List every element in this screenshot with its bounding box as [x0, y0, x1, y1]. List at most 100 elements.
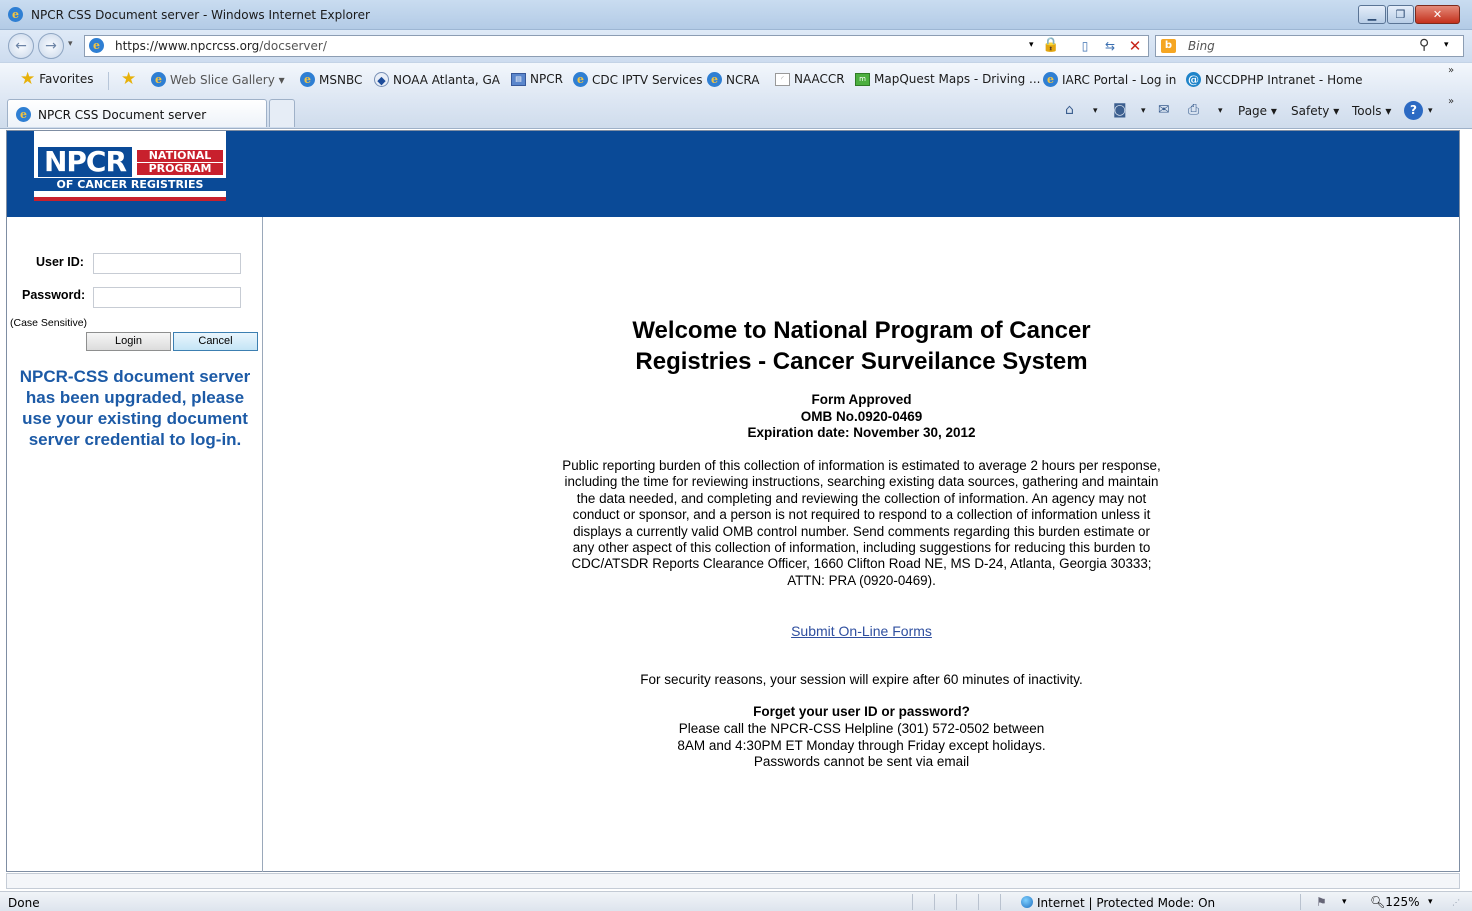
- back-button[interactable]: ←: [8, 33, 34, 59]
- ie-icon: e: [573, 72, 588, 87]
- fav-mapquest[interactable]: m MapQuest Maps - Driving ...: [855, 72, 1041, 86]
- address-dropdown-icon[interactable]: ▾: [1029, 40, 1034, 50]
- add-favorite-icon: ★: [121, 69, 137, 89]
- omb-number-text: OMB No.0920-0469: [800, 408, 923, 424]
- safety-menu[interactable]: Safety ▾: [1291, 104, 1339, 118]
- page-menu[interactable]: Page ▾: [1238, 104, 1277, 118]
- address-bar[interactable]: e https://www.npcrcss.org/docserver/ ▾ 🔒…: [84, 35, 1149, 57]
- search-input[interactable]: Bing: [1188, 39, 1215, 53]
- zoom-level[interactable]: 🔍︎125%: [1370, 895, 1420, 909]
- fav-naaccr[interactable]: ◜ NAACCR: [775, 72, 845, 86]
- back-arrow-icon: ←: [15, 38, 27, 54]
- upgrade-notice: NPCR-CSS document server has been upgrad…: [19, 367, 251, 449]
- logo-acronym: NPCR: [38, 147, 132, 177]
- forward-arrow-icon: →: [45, 38, 57, 54]
- omb-approval-block: Form Approved OMB No.0920-0469 Expiratio…: [264, 392, 1459, 442]
- helpline-info: Please call the NPCR-CSS Helpline (301) …: [677, 721, 1046, 769]
- login-button[interactable]: Login: [86, 332, 171, 351]
- fav-noaa-atlanta[interactable]: ◆ NOAA Atlanta, GA: [374, 72, 500, 87]
- user-id-label: User ID:: [36, 255, 84, 269]
- fav-npcr[interactable]: ▤ NPCR: [511, 72, 563, 86]
- more-commands-chevron-icon[interactable]: »: [1448, 96, 1454, 107]
- submit-online-forms-anchor[interactable]: Submit On-Line Forms: [791, 623, 932, 639]
- recent-pages-dropdown[interactable]: ▾: [68, 39, 73, 49]
- expiration-date-text: Expiration date: November 30, 2012: [747, 425, 976, 440]
- ie-logo-icon: e: [8, 7, 23, 22]
- tracking-dropdown-icon[interactable]: ▾: [1342, 897, 1347, 907]
- forward-button[interactable]: →: [38, 33, 64, 59]
- minimize-button[interactable]: ▁: [1358, 5, 1386, 24]
- cancel-button[interactable]: Cancel: [173, 332, 258, 351]
- close-window-button[interactable]: ✕: [1415, 5, 1460, 24]
- compatibility-icon: ▯: [1081, 39, 1089, 53]
- security-zone-text[interactable]: Internet | Protected Mode: On: [1037, 896, 1215, 910]
- site-banner: NPCR NATIONAL PROGRAM OF CANCER REGISTRI…: [7, 131, 1459, 217]
- tab-npcr-css[interactable]: e NPCR CSS Document server: [7, 99, 267, 127]
- zoom-dropdown-icon[interactable]: ▾: [1428, 897, 1433, 907]
- swirl-icon: @: [1186, 72, 1201, 87]
- more-favorites-chevron-icon[interactable]: »: [1448, 65, 1454, 76]
- logo-line-program: PROGRAM: [137, 163, 223, 175]
- fav-cdc-iptv[interactable]: e CDC IPTV Services: [573, 72, 703, 87]
- favorites-button[interactable]: ★ Favorites: [20, 69, 93, 89]
- window-title-bar: e NPCR CSS Document server - Windows Int…: [0, 0, 1472, 30]
- feeds-icon[interactable]: ◙: [1113, 102, 1127, 118]
- ie-icon: e: [16, 107, 31, 122]
- lock-icon[interactable]: 🔒: [1042, 37, 1059, 53]
- page-title: Welcome to National Program of Cancer Re…: [632, 317, 1091, 375]
- tools-menu[interactable]: Tools ▾: [1352, 104, 1391, 118]
- address-toolbar: ← → ▾ e https://www.npcrcss.org/docserve…: [0, 30, 1472, 62]
- print-dropdown-icon[interactable]: ▾: [1218, 106, 1223, 116]
- burden-statement: Public reporting burden of this collecti…: [562, 458, 1161, 588]
- favorites-bar: ★ Favorites ★ e Web Slice Gallery ▾ e MS…: [0, 62, 1472, 96]
- print-icon[interactable]: ⎙: [1188, 102, 1199, 118]
- forgot-credentials-title: Forget your user ID or password?: [753, 704, 970, 719]
- help-dropdown-icon[interactable]: ▾: [1428, 106, 1433, 116]
- password-input[interactable]: [93, 287, 241, 308]
- fav-web-slice-gallery[interactable]: e Web Slice Gallery ▾: [151, 72, 285, 87]
- favorites-star-icon: ★: [20, 69, 36, 89]
- refresh-button[interactable]: ⇆: [1100, 37, 1120, 55]
- home-dropdown-icon[interactable]: ▾: [1093, 106, 1098, 116]
- refresh-icon: ⇆: [1104, 39, 1116, 53]
- fav-iarc-portal[interactable]: e IARC Portal - Log in: [1043, 72, 1176, 87]
- stop-button[interactable]: ✕: [1125, 37, 1145, 55]
- search-box[interactable]: b Bing ⚲ ▾: [1155, 35, 1464, 57]
- main-content: Welcome to National Program of Cancer Re…: [264, 217, 1459, 872]
- resize-grip-icon[interactable]: ⋰: [1452, 898, 1460, 907]
- search-options-dropdown-icon[interactable]: ▾: [1444, 40, 1449, 50]
- feeds-dropdown-icon[interactable]: ▾: [1141, 106, 1146, 116]
- session-security-note: For security reasons, your session will …: [640, 672, 1083, 687]
- restore-icon: ❐: [1395, 8, 1406, 21]
- address-url[interactable]: https://www.npcrcss.org/docserver/: [115, 39, 327, 53]
- status-bar: Done Internet | Protected Mode: On ⚑ ▾ 🔍…: [0, 891, 1472, 911]
- minimize-icon: ▁: [1367, 8, 1377, 21]
- fav-ncra[interactable]: e NCRA: [707, 72, 759, 87]
- favorites-separator: [108, 72, 109, 90]
- maximize-button[interactable]: ❐: [1387, 5, 1414, 24]
- stop-icon: ✕: [1128, 37, 1142, 55]
- horizontal-scrollbar[interactable]: [6, 873, 1460, 889]
- compatibility-view-button[interactable]: ▯: [1075, 37, 1095, 55]
- tracking-protection-icon[interactable]: ⚑: [1316, 895, 1327, 909]
- submit-online-forms-link: Submit On-Line Forms: [264, 623, 1459, 639]
- user-id-input[interactable]: [93, 253, 241, 274]
- ie-icon: e: [1043, 72, 1058, 87]
- doc-icon: ▤: [511, 72, 526, 86]
- password-label: Password:: [22, 288, 86, 302]
- internet-zone-globe-icon: [1021, 896, 1033, 908]
- ie-icon: e: [151, 72, 166, 87]
- page-icon: ◜: [775, 72, 790, 86]
- fav-nccdphp-intranet[interactable]: @ NCCDPHP Intranet - Home: [1186, 72, 1363, 87]
- read-mail-icon[interactable]: ✉: [1158, 102, 1170, 118]
- help-icon[interactable]: ?: [1404, 101, 1423, 120]
- form-approved-text: Form Approved: [811, 392, 912, 407]
- ie-icon: e: [300, 72, 315, 87]
- fav-msnbc[interactable]: e MSNBC: [300, 72, 362, 87]
- new-tab-button[interactable]: [269, 99, 295, 127]
- close-icon: ✕: [1432, 8, 1443, 21]
- search-icon[interactable]: ⚲: [1419, 37, 1429, 53]
- page-viewport: NPCR NATIONAL PROGRAM OF CANCER REGISTRI…: [6, 130, 1460, 872]
- home-icon[interactable]: ⌂: [1065, 102, 1074, 118]
- add-to-favorites-bar-button[interactable]: ★: [121, 69, 137, 89]
